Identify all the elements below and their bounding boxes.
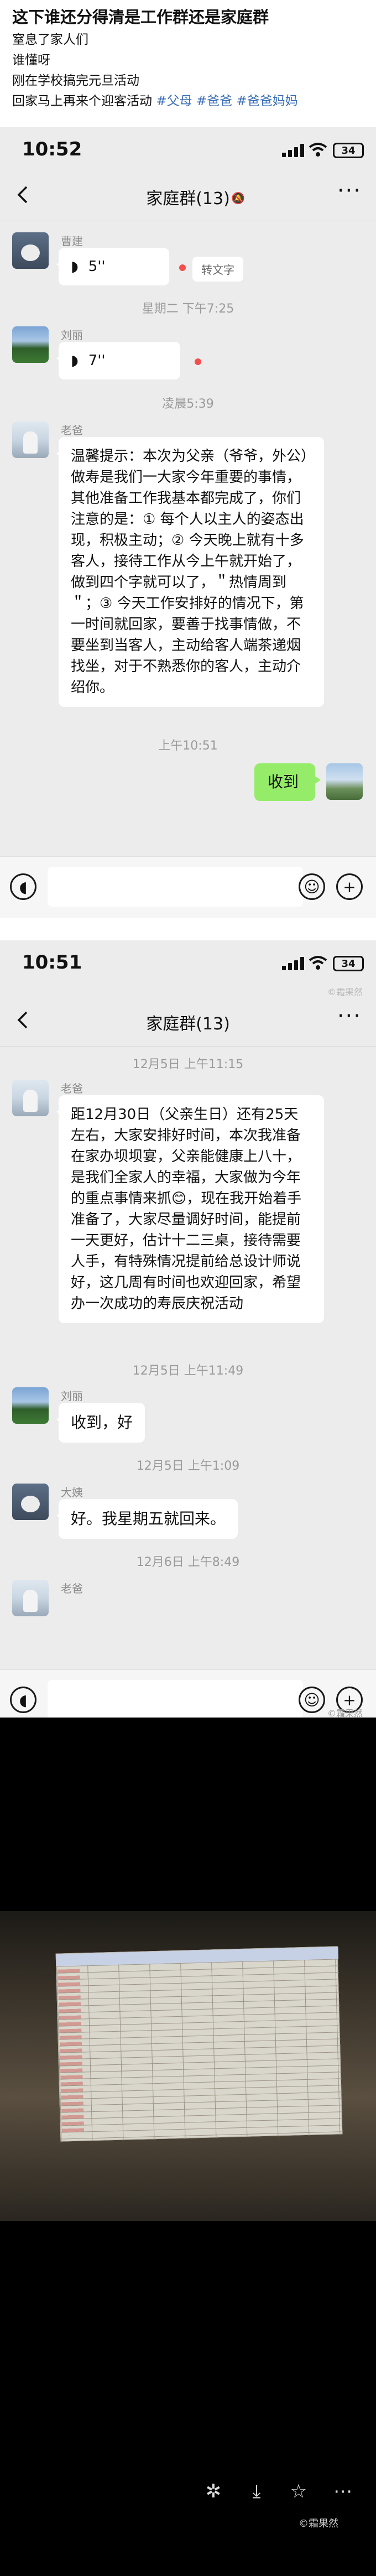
- plus-icon[interactable]: +: [336, 873, 363, 900]
- more-icon[interactable]: ⋯: [327, 2476, 358, 2507]
- avatar[interactable]: [12, 326, 49, 363]
- message-row: 刘丽 ◗ 7'': [0, 326, 376, 387]
- sender-name: 老爸: [61, 1582, 83, 1595]
- message-row: 大姨 好。我星期五就回来。: [0, 1484, 376, 1544]
- avatar[interactable]: [12, 1580, 49, 1616]
- timestamp: 12月5日 上午11:49: [132, 1364, 244, 1378]
- more-icon[interactable]: ···: [337, 178, 362, 204]
- download-icon[interactable]: ⤓: [241, 2476, 272, 2507]
- unread-dot: [195, 358, 201, 365]
- avatar[interactable]: [12, 1387, 49, 1424]
- chat-screenshot-2: 10:51 34 ©霜果然 家庭群(13) ··· 12月5日 上午11:15 …: [0, 940, 376, 1731]
- photo-action-bar: ✲ ⤓ ☆ ⋯: [0, 2473, 376, 2511]
- wifi-icon: [309, 143, 327, 157]
- chat-title: 家庭群(13): [146, 1014, 230, 1034]
- photo-dark-area: [0, 1718, 376, 1911]
- status-time: 10:52: [22, 138, 82, 160]
- sparkle-icon[interactable]: ✲: [198, 2476, 229, 2507]
- spreadsheet-photo: [0, 1718, 376, 2576]
- post-line-2: 谁懂呀: [12, 53, 50, 67]
- watermark: ©霜果然: [299, 2518, 338, 2530]
- message-row: 老爸: [0, 1580, 376, 1619]
- sender-name: 老爸: [61, 1082, 83, 1095]
- unread-dot: [179, 264, 186, 271]
- chat-navbar: 家庭群(13) ···: [0, 996, 376, 1047]
- timestamp: 12月5日 上午11:15: [132, 1058, 244, 1071]
- more-icon[interactable]: ···: [337, 1003, 362, 1029]
- avatar[interactable]: [12, 1484, 49, 1520]
- voice-wave-icon: ◗: [71, 258, 79, 275]
- signal-icon: [282, 957, 304, 970]
- my-avatar[interactable]: [326, 763, 363, 800]
- hashtag-parents[interactable]: #父母: [156, 94, 192, 108]
- post-line-3: 刚在学校搞完元旦活动: [12, 74, 139, 88]
- message-row: 曹建 ◗ 5'' 转文字: [0, 232, 376, 293]
- voice-input-icon[interactable]: ◖: [10, 873, 36, 900]
- battery-icon: 34: [333, 143, 364, 158]
- post-line-1: 窒息了家人们: [12, 33, 88, 47]
- emoji-icon[interactable]: ☺: [299, 873, 325, 900]
- text-message[interactable]: 收到，好: [56, 1403, 145, 1443]
- message-row: 收到: [0, 763, 376, 813]
- timestamp: 上午10:51: [158, 739, 218, 753]
- mute-icon: 🔕: [231, 191, 245, 205]
- wifi-icon: [309, 956, 327, 970]
- timestamp: 凌晨5:39: [162, 397, 214, 411]
- convert-to-text-button[interactable]: 转文字: [192, 257, 243, 282]
- status-time: 10:51: [22, 951, 82, 974]
- chat-screenshot-1: 10:52 34 家庭群(13) 🔕 ··· 曹建 ◗ 5'' 转文字 星期二 下…: [0, 127, 376, 918]
- avatar[interactable]: [12, 232, 49, 269]
- sender-name: 刘丽: [61, 1390, 83, 1403]
- signal-icon: [282, 144, 304, 157]
- spreadsheet-red-column: [58, 1969, 85, 2136]
- post-header: 这下谁还分得清是工作群还是家庭群 窒息了家人们 谁懂呀 刚在学校搞完元旦活动 回…: [0, 0, 376, 127]
- voice-duration: 5'': [88, 258, 106, 275]
- hashtag-dad[interactable]: #爸爸: [196, 94, 232, 108]
- timestamp: 12月6日 上午8:49: [136, 1555, 240, 1569]
- message-row: 老爸 距12月30日（父亲生日）还有25天左右，大家安排好时间，本次我准备在家办…: [0, 1080, 376, 1356]
- message-input[interactable]: [48, 1680, 303, 1720]
- my-text-message[interactable]: 收到: [254, 763, 321, 801]
- text-message[interactable]: 距12月30日（父亲生日）还有25天左右，大家安排好时间，本次我准备在家办坝坝宴…: [56, 1095, 324, 1323]
- voice-duration: 7'': [88, 352, 106, 369]
- timestamp: 星期二 下午7:25: [142, 302, 234, 316]
- status-bar: 10:51 34: [0, 940, 376, 983]
- sender-name: 刘丽: [61, 329, 83, 342]
- chat-navbar: 家庭群(13) 🔕 ···: [0, 170, 376, 221]
- text-message[interactable]: 温馨提示：本次为父亲（爷爷，外公）做寿是我们一大家今年重要的事情，其他准备工作我…: [56, 437, 324, 707]
- emoji-icon[interactable]: ☺: [299, 1687, 325, 1713]
- post-title: 这下谁还分得清是工作群还是家庭群: [12, 8, 269, 27]
- spreadsheet-grid: [56, 1959, 343, 2142]
- message-input[interactable]: [48, 867, 303, 907]
- timestamp: 12月5日 上午1:09: [136, 1459, 240, 1473]
- voice-input-icon[interactable]: ◖: [10, 1687, 36, 1713]
- hashtag-dad-mom[interactable]: #爸爸妈妈: [237, 94, 298, 108]
- spreadsheet-screen: [55, 1946, 343, 2142]
- sender-name: 老爸: [61, 424, 83, 437]
- sender-name: 大姨: [61, 1486, 83, 1499]
- battery-icon: 34: [333, 956, 364, 971]
- avatar[interactable]: [12, 1080, 49, 1116]
- sender-name: 曹建: [61, 235, 83, 248]
- voice-message[interactable]: ◗ 7'': [56, 342, 180, 379]
- voice-wave-icon: ◗: [71, 352, 79, 369]
- chat-title: 家庭群(13): [146, 189, 230, 209]
- input-bar: ◖ ☺ +: [0, 856, 376, 918]
- star-icon[interactable]: ☆: [283, 2476, 314, 2507]
- message-row: 老爸 温馨提示：本次为父亲（爷爷，外公）做寿是我们一大家今年重要的事情，其他准备…: [0, 421, 376, 709]
- avatar[interactable]: [12, 421, 49, 458]
- status-bar: 10:52 34: [0, 127, 376, 170]
- voice-message[interactable]: ◗ 5'': [56, 248, 169, 285]
- post-line-4-text: 回家马上再来个迎客活动: [12, 94, 156, 108]
- text-message[interactable]: 好。我星期五就回来。: [56, 1499, 238, 1539]
- post-line-4: 回家马上再来个迎客活动 #父母 #爸爸 #爸爸妈妈: [12, 91, 364, 112]
- message-row: 刘丽 收到，好: [0, 1387, 376, 1448]
